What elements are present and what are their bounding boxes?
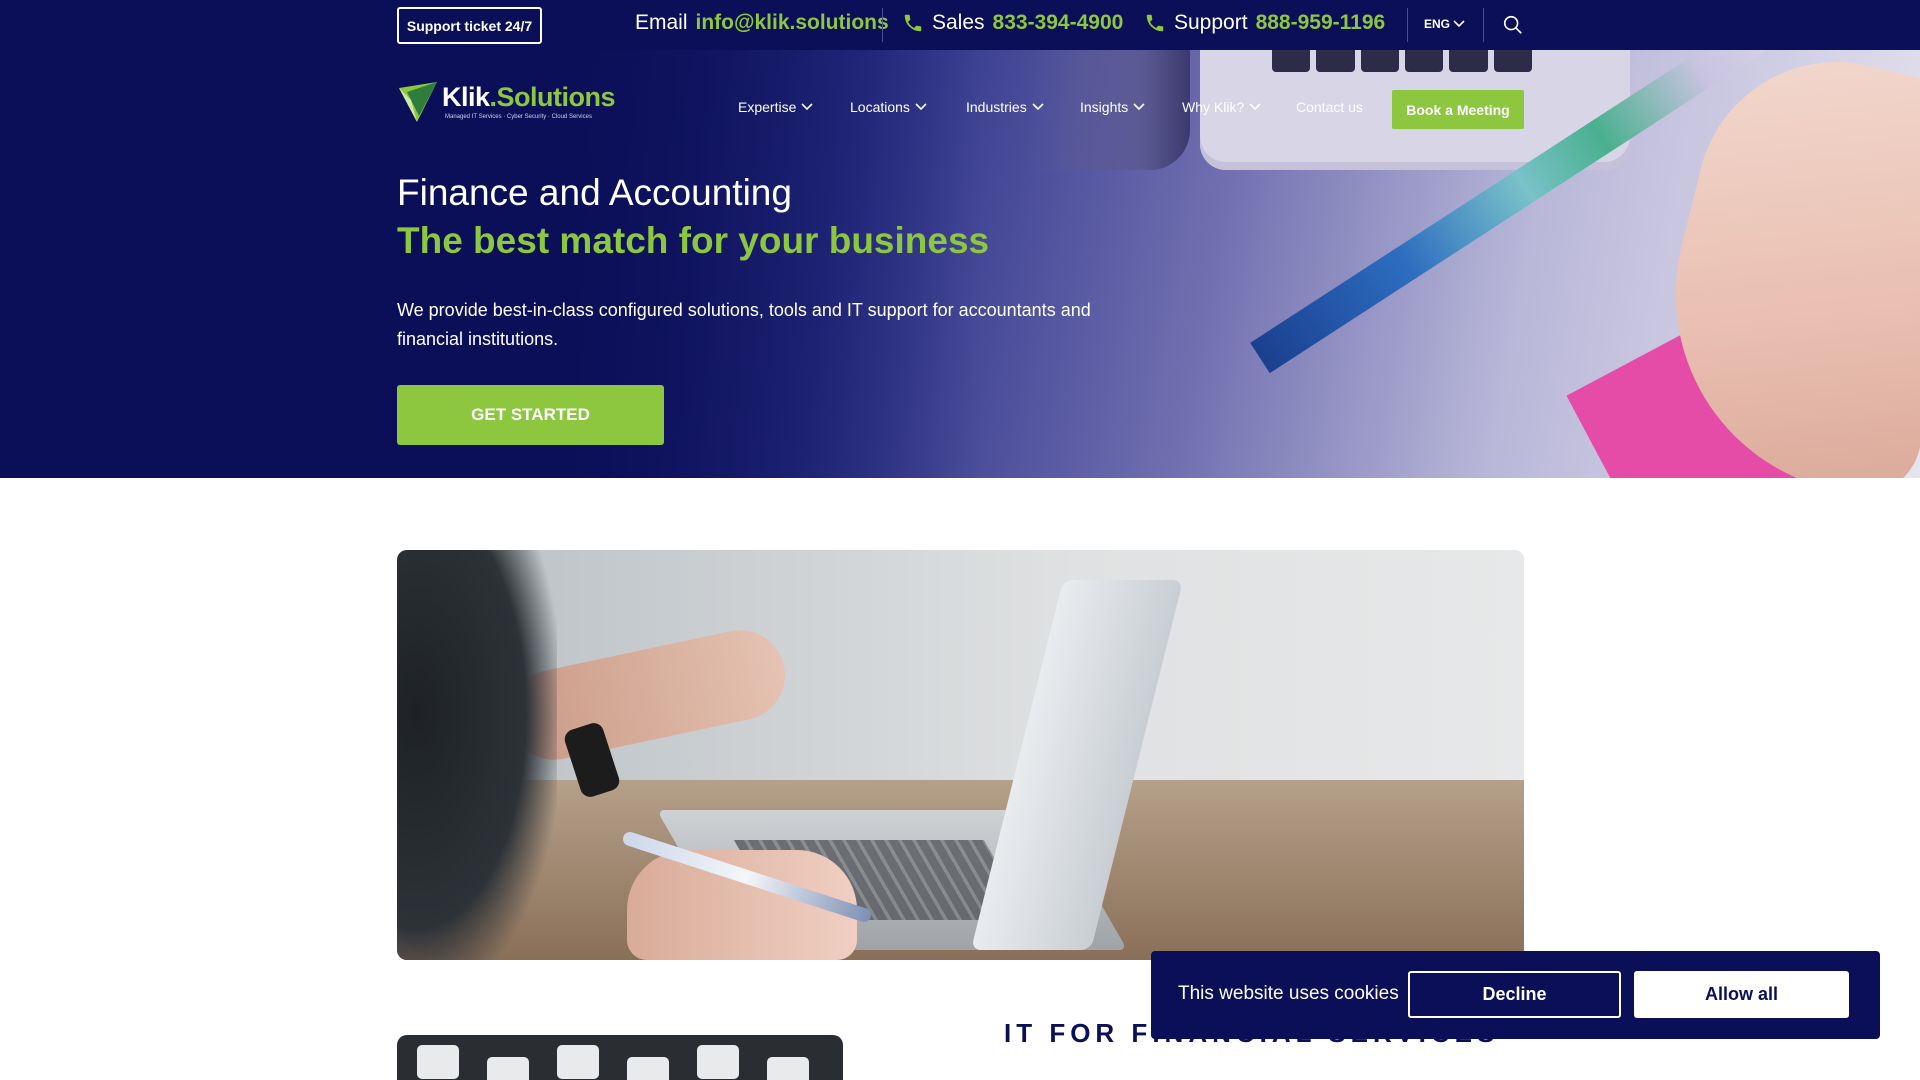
chevron-down-icon xyxy=(915,103,927,111)
chevron-down-icon xyxy=(1133,103,1145,111)
nav-item-contact-us[interactable]: Contact us xyxy=(1296,99,1363,115)
chevron-down-icon xyxy=(1453,20,1465,28)
top-bar: Support ticket 24/7 Email info@klik.solu… xyxy=(0,0,1920,50)
nav-item-insights[interactable]: Insights xyxy=(1080,99,1145,115)
sales-label: Sales xyxy=(932,11,985,34)
support-label: Support xyxy=(1174,11,1248,34)
logo-wordmark: Klik.Solutions xyxy=(442,82,616,112)
language-label: ENG xyxy=(1424,17,1451,31)
search-icon[interactable] xyxy=(1502,14,1524,36)
email-label: Email xyxy=(635,11,688,34)
email-contact[interactable]: Email info@klik.solutions xyxy=(635,11,889,35)
divider xyxy=(882,8,883,42)
divider xyxy=(1483,8,1484,42)
get-started-button[interactable]: GET STARTED xyxy=(397,385,664,445)
email-link[interactable]: info@klik.solutions xyxy=(696,11,889,35)
divider xyxy=(1407,8,1408,42)
cookie-banner: This website uses cookies Decline Allow … xyxy=(1151,951,1880,1039)
decline-cookies-button[interactable]: Decline xyxy=(1408,971,1621,1018)
phone-icon xyxy=(1146,14,1164,32)
nav-item-why-klik[interactable]: Why Klik? xyxy=(1182,99,1261,115)
nav-item-industries[interactable]: Industries xyxy=(966,99,1044,115)
logo-mark-icon xyxy=(399,82,437,122)
cookie-message: This website uses cookies xyxy=(1178,983,1399,1004)
site-logo[interactable]: Klik.Solutions Managed IT Services · Cyb… xyxy=(397,80,617,124)
support-contact[interactable]: Support 888-959-1196 xyxy=(1144,11,1385,35)
sales-phone-link[interactable]: 833-394-4900 xyxy=(993,11,1124,35)
page-title: Finance and Accounting xyxy=(397,172,792,213)
phone-icon xyxy=(904,14,922,32)
chevron-down-icon xyxy=(1032,103,1044,111)
hero-description: We provide best-in-class configured solu… xyxy=(397,300,1091,349)
language-selector[interactable]: ENG xyxy=(1424,17,1465,31)
calculator-image xyxy=(397,1035,843,1080)
nav-item-locations[interactable]: Locations xyxy=(850,99,927,115)
logo-tagline: Managed IT Services · Cyber Security · C… xyxy=(445,114,592,120)
chevron-down-icon xyxy=(1249,103,1261,111)
nav-item-expertise[interactable]: Expertise xyxy=(738,99,813,115)
featured-image xyxy=(397,550,1524,960)
support-ticket-button[interactable]: Support ticket 24/7 xyxy=(397,7,542,44)
book-meeting-button[interactable]: Book a Meeting xyxy=(1392,90,1524,129)
support-phone-link[interactable]: 888-959-1196 xyxy=(1256,11,1386,35)
sales-contact[interactable]: Sales 833-394-4900 xyxy=(902,11,1123,35)
allow-all-cookies-button[interactable]: Allow all xyxy=(1634,971,1849,1018)
chevron-down-icon xyxy=(801,103,813,111)
page-subtitle: The best match for your business xyxy=(397,220,990,261)
